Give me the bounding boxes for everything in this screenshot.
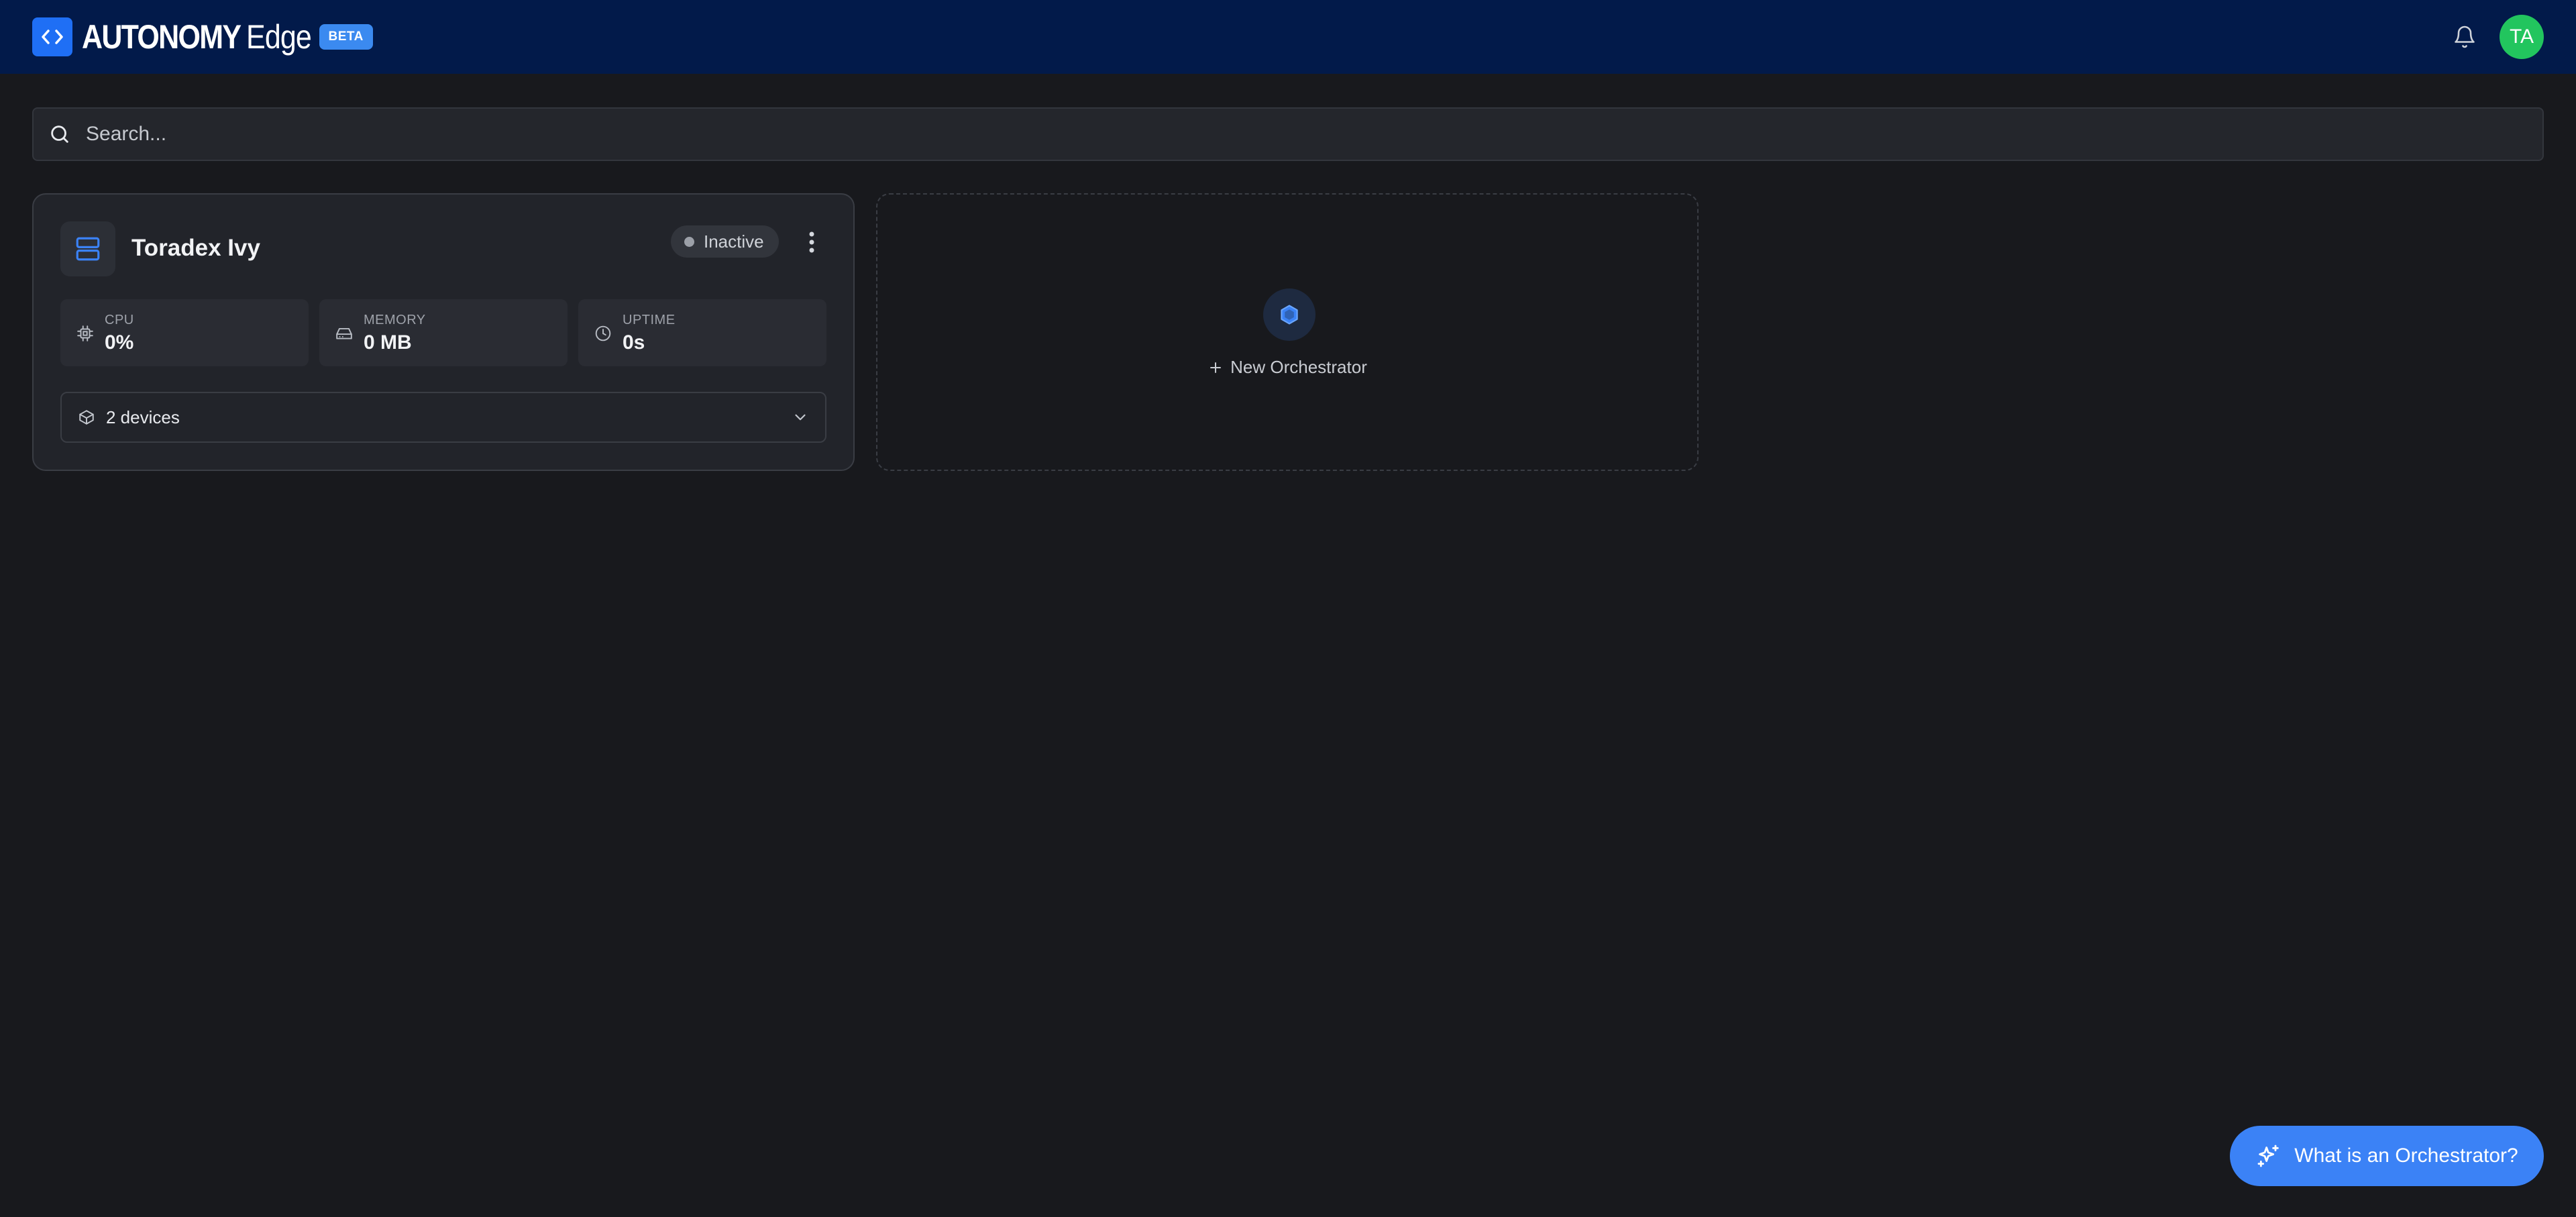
hexagon-icon	[1263, 288, 1316, 341]
metric-label: UPTIME	[623, 313, 676, 327]
orchestrator-name: Toradex Ivy	[131, 235, 260, 261]
clock-icon	[593, 323, 613, 343]
metric-value: 0%	[105, 331, 134, 354]
more-options-icon[interactable]	[796, 224, 828, 260]
devices-dropdown[interactable]: 2 devices	[60, 392, 826, 443]
brand-logo[interactable]: AUTONOMY Edge	[82, 17, 322, 56]
search-bar	[32, 107, 2544, 161]
search-input[interactable]	[86, 123, 2528, 146]
brand-name: AUTONOMY	[82, 18, 241, 56]
devices-label: 2 devices	[106, 407, 180, 427]
search-icon	[48, 123, 71, 146]
code-brackets-icon[interactable]	[32, 17, 72, 56]
header-actions: TA	[2445, 15, 2544, 59]
metric-value: 0s	[623, 331, 645, 354]
cpu-icon	[75, 323, 95, 343]
new-orchestrator-label: New Orchestrator	[1230, 357, 1367, 377]
status-dot	[684, 236, 694, 247]
metric-value: 0 MB	[364, 331, 412, 354]
metric-label: MEMORY	[364, 313, 426, 327]
status-label: Inactive	[704, 231, 764, 252]
new-orchestrator-button[interactable]: New Orchestrator	[877, 357, 1697, 378]
server-icon	[60, 221, 115, 276]
uptime-metric: UPTIME 0s	[578, 299, 826, 366]
brand-suffix: Edge	[246, 18, 312, 56]
new-orchestrator-card[interactable]: New Orchestrator	[876, 193, 1699, 471]
beta-badge: BETA	[319, 24, 373, 50]
chevron-down-icon	[792, 409, 809, 426]
memory-metric: MEMORY 0 MB	[319, 299, 568, 366]
orchestrator-card[interactable]: Toradex Ivy Inactive CPU 0% MEMORY 0 MB …	[32, 193, 855, 471]
box-icon	[78, 409, 95, 426]
plus-icon	[1208, 360, 1224, 376]
status-badge: Inactive	[671, 225, 779, 258]
hard-drive-icon	[334, 323, 354, 343]
cpu-metric: CPU 0%	[60, 299, 309, 366]
help-button-label: What is an Orchestrator?	[2294, 1145, 2518, 1167]
user-avatar[interactable]: TA	[2500, 15, 2544, 59]
sparkles-icon	[2255, 1143, 2282, 1169]
metric-label: CPU	[105, 313, 134, 327]
top-header: AUTONOMY Edge BETA TA	[0, 0, 2576, 74]
bell-icon[interactable]	[2445, 17, 2485, 57]
what-is-orchestrator-button[interactable]: What is an Orchestrator?	[2230, 1126, 2544, 1186]
